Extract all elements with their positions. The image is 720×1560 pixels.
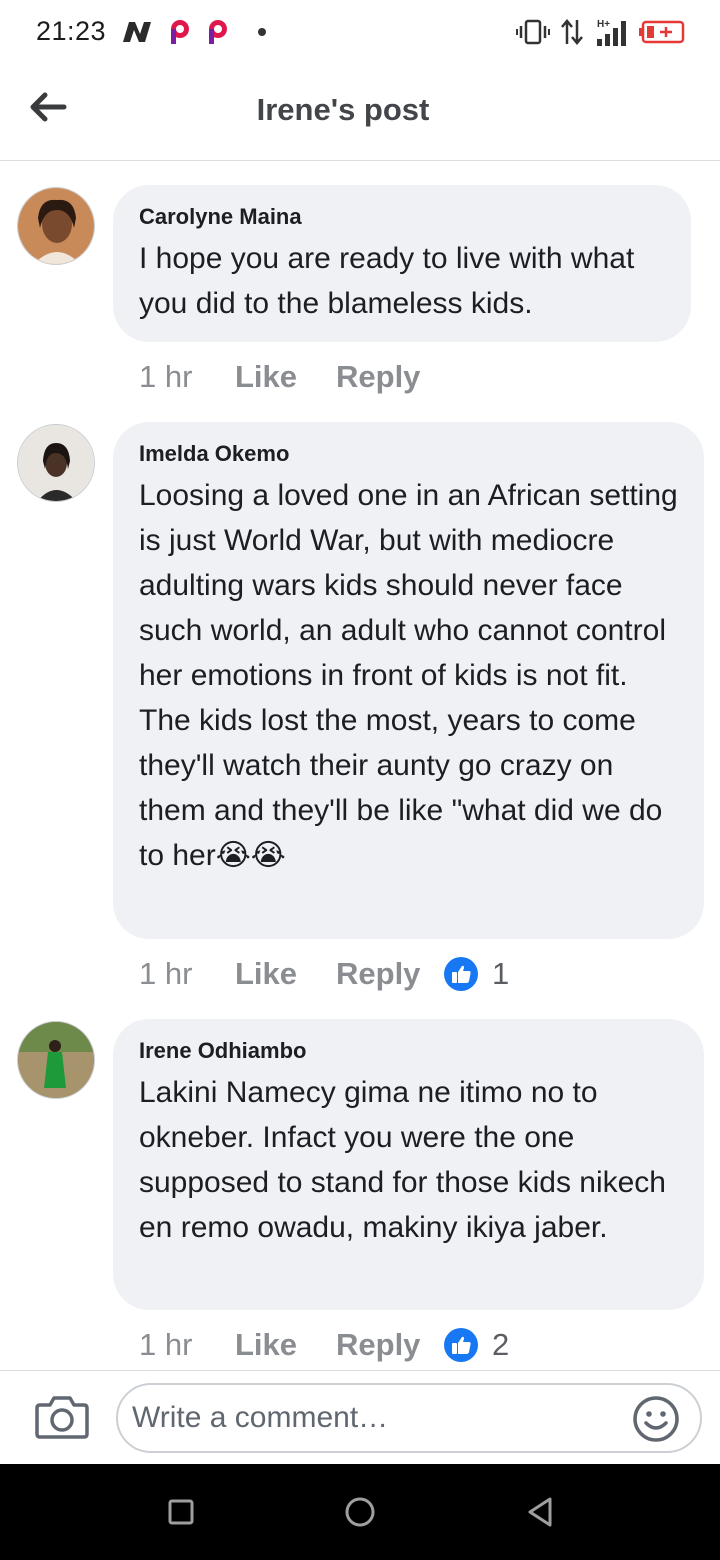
comment-composer [0, 1370, 720, 1464]
comment-actions: 1 hr Like Reply 2 [139, 1325, 509, 1365]
status-bar: 21:23 H+ [0, 0, 720, 66]
reaction-count: 1 [492, 956, 510, 991]
avatar[interactable] [17, 187, 95, 265]
battery-low-icon [639, 20, 685, 44]
system-nav-bar [0, 1464, 720, 1560]
comment-text: Lakini Namecy gima ne itimo no to oknebe… [139, 1076, 666, 1244]
reply-button[interactable]: Reply [336, 359, 444, 395]
status-time: 21:23 [36, 16, 107, 46]
notification-dot-icon [258, 28, 266, 36]
thumbs-up-icon [444, 957, 478, 991]
smiley-icon [633, 1396, 679, 1442]
comment-author[interactable]: Carolyne Maina [139, 203, 665, 230]
like-button[interactable]: Like [235, 359, 336, 395]
page-title: Irene's post [256, 92, 430, 127]
comment-input-container[interactable] [116, 1383, 702, 1453]
camera-icon [35, 1396, 89, 1439]
p-app-icon [171, 20, 189, 44]
avatar[interactable] [17, 1021, 95, 1099]
reply-button[interactable]: Reply [336, 956, 444, 992]
comment-bubble: Imelda Okemo Loosing a loved one in an A… [113, 422, 704, 939]
comment-author[interactable]: Irene Odhiambo [139, 1037, 678, 1064]
comment-actions: 1 hr Like Reply 1 [139, 954, 509, 994]
thumbs-up-icon [444, 1328, 478, 1362]
comment-input[interactable] [132, 1391, 622, 1445]
n-app-icon [123, 22, 151, 42]
status-notification-icons [120, 14, 266, 50]
signal-h-plus-icon: H+ [597, 19, 626, 46]
avatar-imelda-okemo [18, 425, 94, 501]
comment-author[interactable]: Imelda Okemo [139, 440, 684, 467]
avatar-irene-odhiambo [18, 1022, 94, 1098]
avatar-carolyne-maina [18, 188, 94, 264]
status-system-icons: H+ [516, 14, 686, 50]
comment-time[interactable]: 1 hr [139, 359, 235, 395]
p-app-icon [209, 20, 227, 44]
post-header: Irene's post [0, 66, 720, 161]
data-arrows-icon [561, 19, 583, 45]
camera-button[interactable] [34, 1393, 90, 1441]
comment-time[interactable]: 1 hr [139, 1327, 235, 1363]
comment-text: I hope you are ready to live with what y… [139, 242, 635, 320]
triangle-back-icon[interactable] [522, 1494, 558, 1530]
comment-text: Loosing a loved one in an African settin… [139, 479, 678, 872]
comment-time[interactable]: 1 hr [139, 956, 235, 992]
reaction-count: 2 [492, 1327, 510, 1362]
square-recents-icon[interactable] [163, 1494, 199, 1530]
comment-bubble: Irene Odhiambo Lakini Namecy gima ne iti… [113, 1019, 704, 1310]
comment-actions: 1 hr Like Reply [139, 357, 444, 397]
vibrate-icon [516, 19, 550, 45]
reaction-summary[interactable]: 1 [444, 956, 509, 992]
reaction-summary[interactable]: 2 [444, 1327, 509, 1363]
like-button[interactable]: Like [235, 956, 336, 992]
svg-text:H+: H+ [597, 19, 610, 30]
reply-button[interactable]: Reply [336, 1327, 444, 1363]
like-button[interactable]: Like [235, 1327, 336, 1363]
avatar[interactable] [17, 424, 95, 502]
circle-home-icon[interactable] [342, 1494, 378, 1530]
emoji-button[interactable] [632, 1395, 680, 1443]
comment-bubble: Carolyne Maina I hope you are ready to l… [113, 185, 691, 342]
